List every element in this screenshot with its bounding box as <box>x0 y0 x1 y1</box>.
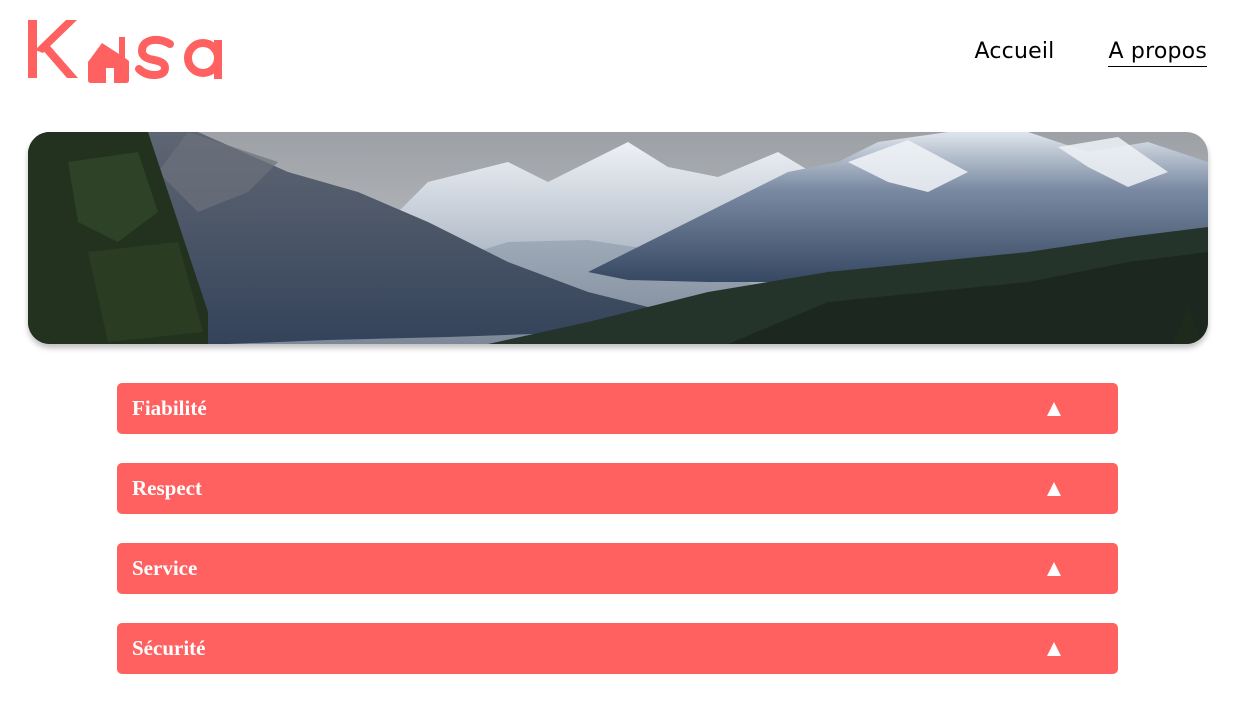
chevron-up-icon[interactable] <box>1046 561 1062 577</box>
collapse-securite[interactable]: Sécurité <box>117 623 1118 674</box>
chevron-up-icon[interactable] <box>1046 641 1062 657</box>
collapse-fiabilite[interactable]: Fiabilité <box>117 383 1118 434</box>
collapse-respect[interactable]: Respect <box>117 463 1118 514</box>
collapse-service[interactable]: Service <box>117 543 1118 594</box>
chevron-up-icon[interactable] <box>1046 401 1062 417</box>
nav-link-about[interactable]: A propos <box>1108 38 1207 67</box>
collapse-title: Fiabilité <box>132 396 207 420</box>
collapse-title: Sécurité <box>132 636 206 660</box>
chevron-up-icon[interactable] <box>1046 481 1062 497</box>
kasa-logo[interactable] <box>28 18 230 84</box>
values-list: Fiabilité Respect Service Sécurité <box>117 383 1118 703</box>
nav-link-home[interactable]: Accueil <box>975 38 1055 67</box>
main-nav: Accueil A propos <box>975 38 1207 67</box>
about-banner <box>28 132 1208 344</box>
collapse-title: Service <box>132 556 198 580</box>
mountain-banner-image <box>28 132 1208 344</box>
logo-mark-icon <box>28 20 222 83</box>
collapse-title: Respect <box>132 476 202 500</box>
